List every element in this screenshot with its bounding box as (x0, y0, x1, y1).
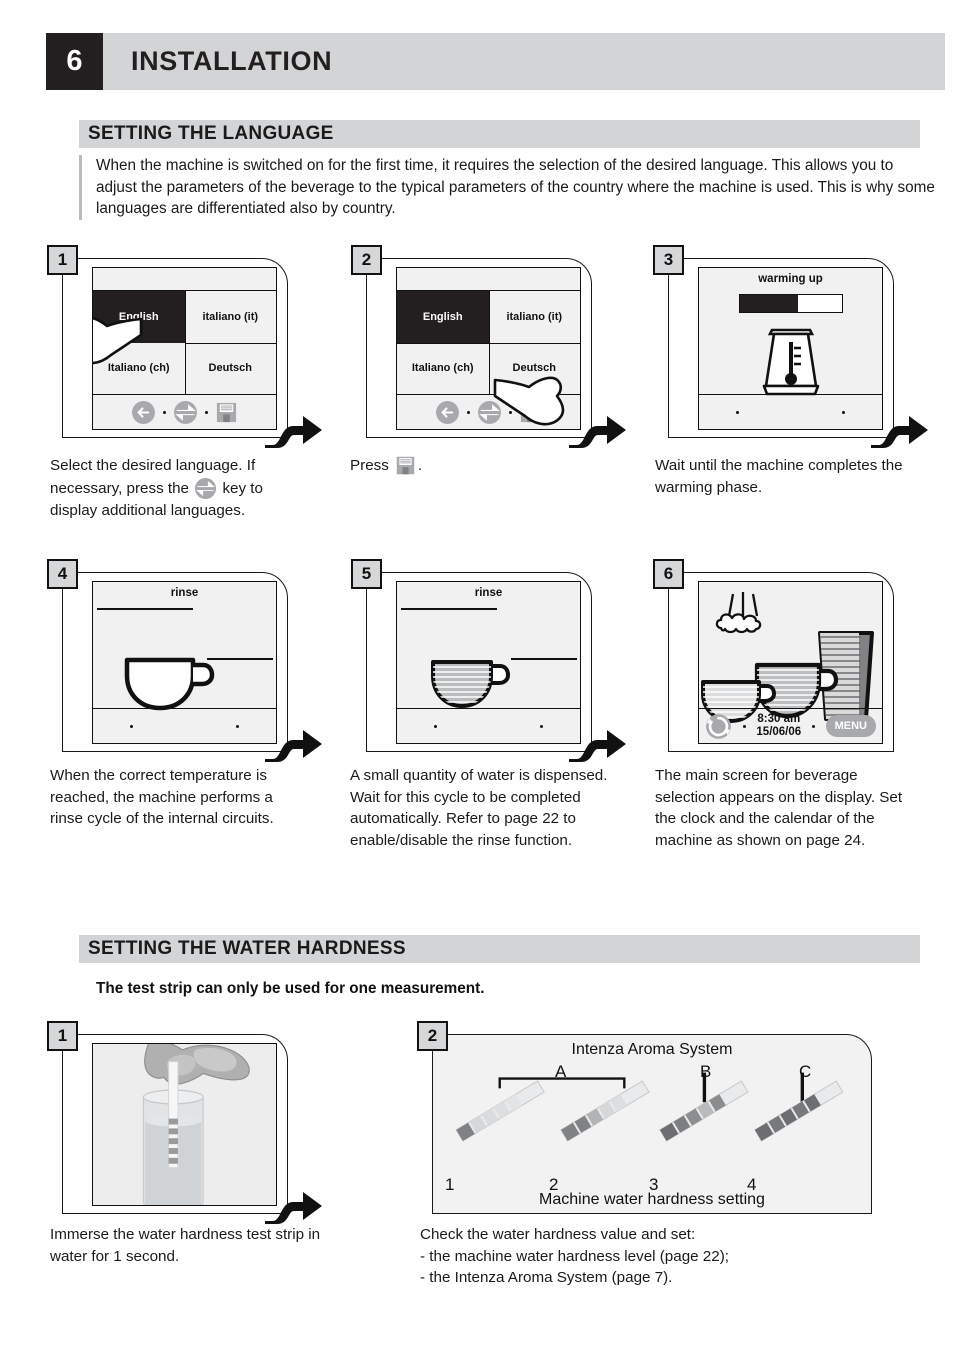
hardness-caption-item-1: - the machine water hardness level (page… (420, 1247, 729, 1265)
separator-dot (467, 410, 470, 414)
step-badge-4: 4 (47, 559, 78, 589)
intenza-group-label-c: C (799, 1062, 812, 1081)
flow-arrow-icon (569, 416, 626, 448)
back-arrow-icon[interactable] (131, 400, 156, 425)
warming-progress-fill (739, 295, 798, 312)
clock-time: 8:30 am (757, 713, 801, 725)
flow-arrow-icon (265, 1192, 322, 1224)
intenza-group-label-b: B (700, 1062, 712, 1081)
display-button-bar-3 (699, 394, 882, 429)
intenza-group-label-a: A (555, 1062, 567, 1081)
hardness-badge-1: 1 (47, 1021, 78, 1051)
step-caption-6: The main screen for beverage selection a… (655, 767, 903, 849)
pointing-hand-icon (93, 316, 143, 365)
separator-dot (434, 724, 437, 728)
separator-dot (540, 724, 543, 728)
intenza-bottom-label: Machine water hardness setting (539, 1191, 765, 1208)
hardness-caption-intro: Check the water hardness value and set: (420, 1226, 696, 1243)
section-title-hardness: SETTING THE WATER HARDNESS (88, 938, 406, 959)
display-button-bar-5 (397, 708, 580, 743)
language-cell-italiano-it[interactable]: italiano (it) (489, 291, 581, 343)
step-badge-3: 3 (653, 245, 684, 275)
step-caption-1: Select the desired language. If necessar… (50, 457, 263, 519)
machine-display-1: English italiano (it) Italiano (ch) Deut… (92, 267, 277, 430)
hardness-caption-list: - the machine water hardness level (page… (420, 1246, 820, 1289)
separator-dot (736, 410, 739, 414)
save-floppy-icon-inline (396, 456, 415, 475)
step-caption-2: Press . (350, 456, 423, 475)
separator-dot (130, 724, 133, 728)
step-panel-5: 5 rinse (351, 559, 626, 762)
hardness-caption-item-2: - the Intenza Aroma System (page 7). (420, 1269, 673, 1286)
language-cell-deutsch[interactable]: Deutsch (185, 343, 277, 395)
screen-title-rinse-5: rinse (474, 587, 503, 599)
warming-progress-bar (738, 294, 843, 313)
flow-arrow-icon (871, 416, 928, 448)
step-panel-3: 3 warming up (653, 245, 928, 448)
test-strip-photo (92, 1043, 277, 1206)
screen-title-warming: warming up (758, 273, 823, 285)
back-arrow-icon[interactable] (435, 400, 460, 425)
clock-date: 15/06/06 (756, 726, 802, 738)
flow-arrow-icon (569, 730, 626, 762)
step-caption-4: When the correct temperature is reached,… (50, 767, 274, 827)
steam-icon (715, 592, 762, 634)
separator-dot (163, 410, 166, 414)
step-caption-3: Wait until the machine completes the war… (655, 457, 903, 496)
display-button-bar-1 (93, 394, 276, 429)
boiler-thermometer-icon (762, 328, 819, 396)
intro-block: When the machine is switched on for the … (79, 155, 936, 220)
step-panel-4: 4 rinse (47, 559, 322, 762)
up-down-arrow-icon[interactable] (173, 400, 198, 425)
manual-page: 6 INSTALLATION SETTING THE LANGUAGE When… (0, 0, 954, 1354)
language-cell-italiano-ch[interactable]: Italiano (ch) (397, 343, 489, 395)
flow-arrow-icon (265, 416, 322, 448)
separator-dot (842, 410, 845, 414)
hardness-panel-2: 2 Intenza Aroma System A B C 1 2 3 4 Mac… (417, 1021, 872, 1214)
separator-dot (811, 724, 815, 728)
page-title: INSTALLATION (131, 46, 333, 76)
section-title-language: SETTING THE LANGUAGE (88, 123, 334, 144)
save-floppy-icon[interactable] (215, 401, 238, 424)
machine-display-4: rinse (92, 581, 277, 744)
machine-display-3: warming up (698, 267, 883, 430)
separator-dot (236, 724, 239, 728)
flow-arrow-icon (265, 730, 322, 762)
step-panel-1: 1 English italiano (it) Italiano (ch) De… (47, 245, 322, 448)
up-down-arrow-icon-inline (195, 477, 217, 499)
section-header-language: SETTING THE LANGUAGE (79, 120, 920, 148)
step-caption-5: A small quantity of water is dispensed. … (350, 767, 608, 849)
clock-display[interactable]: 8:30 am 15/06/06 (756, 713, 801, 739)
screen-title-rinse-4: rinse (170, 587, 199, 599)
rinse-cycle-icon[interactable] (705, 713, 732, 740)
language-cell-italiano-it[interactable]: italiano (it) (185, 291, 277, 343)
step-badge-6: 6 (653, 559, 684, 589)
hardness-panel-1: 1 (47, 1021, 322, 1224)
display-button-bar-4 (93, 708, 276, 743)
separator-dot (742, 724, 746, 728)
display-button-bar-6: 8:30 am 15/06/06 MENU (699, 708, 882, 743)
step-badge-5: 5 (351, 559, 382, 589)
step-panel-6: 6 8:30 am 15/06/06 MENU (653, 559, 894, 752)
hardness-caption-2: Check the water hardness value and set: … (420, 1224, 820, 1289)
intro-text: When the machine is switched on for the … (96, 157, 935, 217)
pointing-hand-icon (493, 376, 565, 426)
step-badge-2: 2 (351, 245, 382, 275)
hardness-note: The test strip can only be used for one … (96, 980, 485, 997)
step-badge-1: 1 (47, 245, 78, 275)
menu-button[interactable]: MENU (825, 715, 876, 737)
step-panel-2: 2 English italiano (it) Italiano (ch) De… (351, 245, 626, 448)
hardness-badge-2: 2 (417, 1021, 448, 1051)
hardness-caption-1: Immerse the water hardness test strip in… (50, 1226, 321, 1265)
section-header-hardness: SETTING THE WATER HARDNESS (79, 935, 920, 963)
chapter-number: 6 (46, 33, 103, 90)
language-cell-english[interactable]: English (397, 291, 489, 343)
photo-graphic (93, 1044, 276, 1205)
machine-display-6: 8:30 am 15/06/06 MENU (698, 581, 883, 744)
machine-display-2: English italiano (it) Italiano (ch) Deut… (396, 267, 581, 430)
machine-display-5: rinse (396, 581, 581, 744)
separator-dot (205, 410, 208, 414)
empty-cup-icon (124, 657, 215, 711)
filled-cup-icon (431, 660, 510, 708)
